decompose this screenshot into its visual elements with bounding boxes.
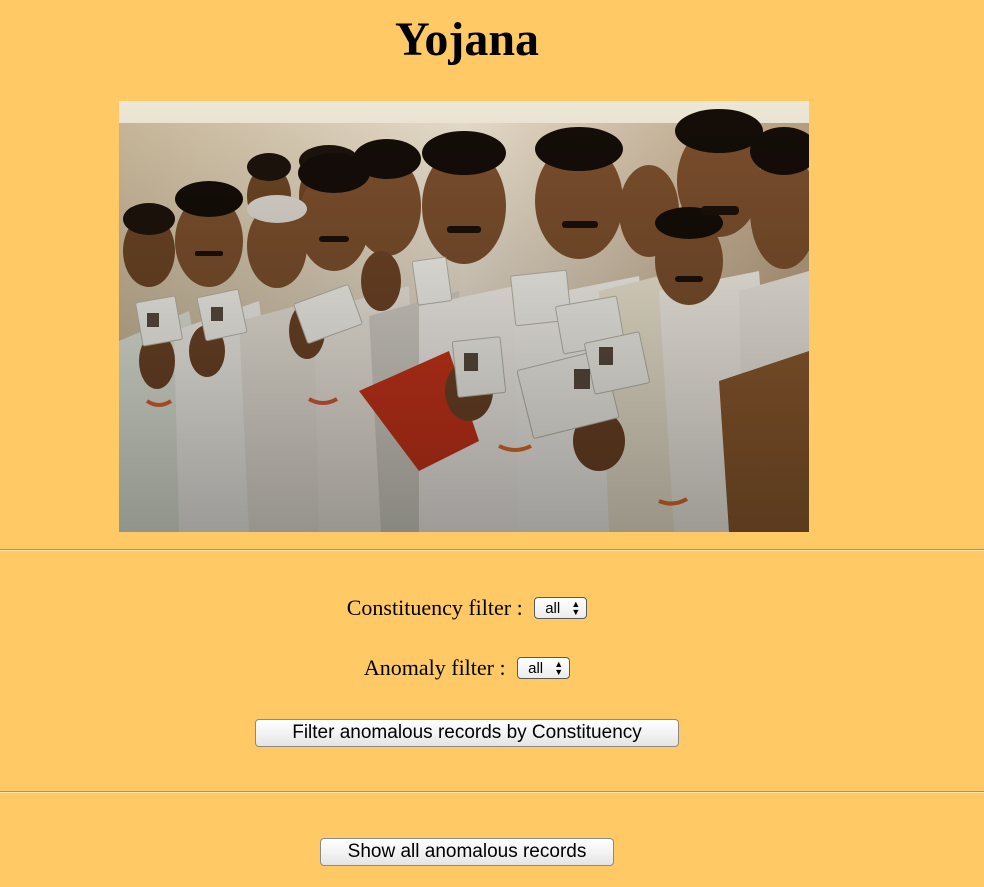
anomaly-filter-row: Anomaly filter : all ▲ ▼ [0, 654, 934, 682]
hero-image [119, 101, 809, 532]
constituency-filter-row: Constituency filter : all ▲ ▼ [0, 594, 934, 622]
anomaly-filter-select[interactable]: all ▲ ▼ [517, 657, 571, 680]
constituency-filter-select[interactable]: all ▲ ▼ [534, 597, 588, 620]
constituency-filter-value: all [545, 600, 561, 618]
constituency-filter-label: Constituency filter : [346, 595, 523, 620]
filter-by-constituency-button[interactable]: Filter anomalous records by Constituency [255, 719, 679, 747]
divider-bottom [0, 791, 984, 793]
select-arrows-icon: ▲ ▼ [571, 599, 581, 618]
anomaly-filter-value: all [528, 660, 544, 678]
show-all-anomalous-records-button[interactable]: Show all anomalous records [320, 838, 614, 866]
voters-photo [119, 101, 809, 532]
select-arrows-icon: ▲ ▼ [554, 659, 564, 678]
anomaly-filter-label: Anomaly filter : [363, 655, 506, 680]
page-title: Yojana [394, 13, 540, 66]
divider-top [0, 549, 984, 551]
